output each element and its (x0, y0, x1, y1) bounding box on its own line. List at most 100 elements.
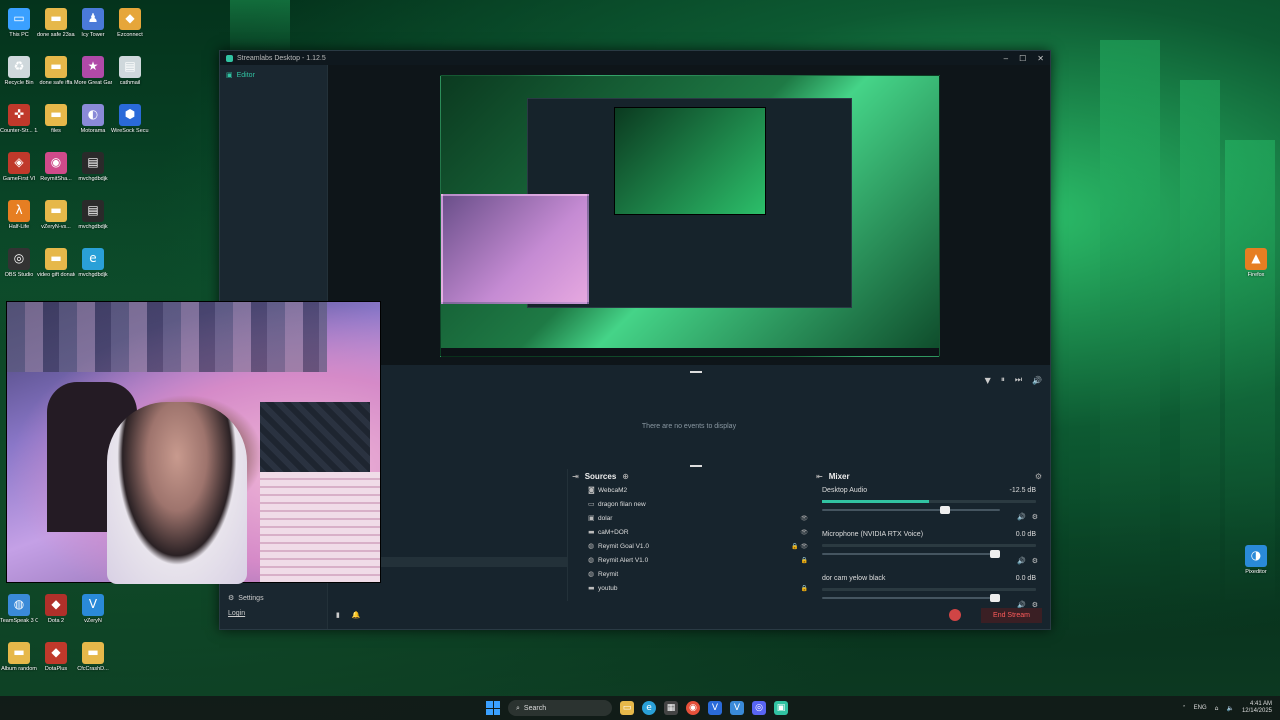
desktop-icon[interactable]: ▬ files (37, 104, 75, 134)
desktop-icon[interactable]: VvZeryN (74, 594, 112, 624)
source-row[interactable]: ◍ Reymit (588, 567, 808, 581)
studio-mode-icon[interactable]: ▮ (336, 611, 340, 619)
mute-icon[interactable]: 🔊 (1017, 557, 1026, 565)
close-icon[interactable]: ✕ (1037, 54, 1044, 63)
gear-icon[interactable]: ⚙ (1032, 557, 1038, 565)
add-source-icon[interactable]: ⊕ (622, 472, 629, 481)
search-input[interactable]: ⌕ Search (508, 700, 612, 716)
desktop-icon[interactable]: ▬ video gift donate (37, 248, 75, 278)
vzeryn-icon[interactable]: V (730, 701, 744, 715)
desktop-icon[interactable]: e mvchgdbdjk (74, 248, 112, 278)
resize-handle[interactable] (690, 465, 702, 467)
desktop-icon[interactable]: ◑ Pixeditor (1237, 545, 1275, 575)
source-flags-icon[interactable]: 🔒 👁 (780, 543, 808, 550)
folder-icon: ▬ (82, 642, 104, 664)
maximize-icon[interactable]: ☐ (1019, 54, 1026, 63)
source-row[interactable]: ◍ Reymit Alert V1.0 🔒 (588, 553, 808, 567)
desktop-icon[interactable]: ♻ Recycle Bin (0, 56, 38, 86)
audio-settings-icon[interactable]: ⇤ (816, 472, 823, 481)
desktop-icon[interactable]: ▤ mvchgdbdjk (74, 152, 112, 182)
desktop-icon[interactable]: λ Half-Life (0, 200, 38, 230)
desktop-icon[interactable]: ▬ CfcCrashD... (74, 642, 112, 672)
end-stream-button[interactable]: End Stream (981, 607, 1042, 623)
volume-slider[interactable] (822, 550, 1000, 558)
collapse-icon[interactable]: ⇥ (572, 472, 579, 481)
network-icon[interactable]: ⌂ (1215, 705, 1219, 712)
sidebar-item-settings[interactable]: ⚙ Settings (220, 590, 327, 606)
volume-slider[interactable] (822, 506, 1000, 514)
record-button[interactable] (949, 609, 962, 621)
store-icon[interactable]: ▦ (664, 701, 678, 715)
desktop-icon[interactable]: ▬ done safe iffa (37, 56, 75, 86)
desktop-icon[interactable]: ▲ Firefox (1237, 248, 1275, 278)
edge-icon[interactable]: e (642, 701, 656, 715)
source-row[interactable]: ▣ dolar 👁 (588, 511, 808, 525)
desktop-icon[interactable]: ▬ vZeryN-vs... (37, 200, 75, 230)
notifications-icon[interactable]: 🔔 (352, 611, 361, 619)
volume-slider-handle[interactable] (940, 506, 951, 514)
vzeryn-icon[interactable]: V (708, 701, 722, 715)
mixer-db-value: 0.0 dB (1015, 575, 1036, 582)
folder-icon: ▬ (588, 528, 595, 536)
source-row[interactable]: ▬ youtub 🔒 (588, 581, 808, 595)
source-row[interactable]: ▬ caM+DOR 👁 (588, 525, 808, 539)
desktop-icon[interactable]: ◉ ReymitSha... (37, 152, 75, 182)
desktop-icon[interactable]: ▤ cathmail (111, 56, 149, 86)
gear-icon[interactable]: ⚙ (1032, 513, 1038, 521)
source-flags-icon[interactable]: 👁 (780, 515, 808, 522)
source-row[interactable]: ◙ WebcaM2 (588, 483, 808, 497)
chrome-icon[interactable]: ◉ (686, 701, 700, 715)
folder-icon: ▬ (45, 56, 67, 78)
desktop-icon[interactable]: ◎ OBS Studio (0, 248, 38, 278)
volume-icon[interactable]: 🔈 (1226, 705, 1233, 712)
desktop-icon[interactable]: ▬ done safe 23sasa (37, 8, 75, 38)
discord-icon[interactable]: ◎ (752, 701, 766, 715)
desktop-icon[interactable]: ◆ DotaPlus (37, 642, 75, 672)
desktop-icon[interactable]: ♟ Icy Tower (74, 8, 112, 38)
streamlabs-icon[interactable]: ▣ (774, 701, 788, 715)
desktop-icon[interactable]: ▤ mvchgdbdjk (74, 200, 112, 230)
source-name: Reymit (598, 570, 619, 578)
folder-icon: ▬ (588, 584, 595, 592)
chevron-up-icon[interactable]: ˄ (1183, 705, 1186, 712)
volume-slider-handle[interactable] (990, 550, 1000, 558)
stream-preview[interactable] (440, 75, 940, 357)
minimize-icon[interactable]: – (1004, 54, 1008, 63)
volume-icon[interactable]: 🔊 (1032, 376, 1042, 385)
sidebar-item-editor[interactable]: ▣ Editor (220, 65, 327, 85)
file-explorer-icon[interactable]: ▭ (620, 701, 634, 715)
volume-meter (822, 500, 1036, 503)
desktop-icon[interactable]: ◆ Ezconnect (111, 8, 149, 38)
source-name: dolar (598, 514, 613, 522)
pause-icon[interactable]: ⏸ (1001, 375, 1005, 385)
skip-icon[interactable]: ⏭ (1015, 375, 1022, 385)
mute-icon[interactable]: 🔊 (1017, 513, 1026, 521)
filter-icon[interactable]: ▼ (985, 376, 991, 385)
volume-slider[interactable] (822, 594, 1000, 602)
volume-meter (822, 544, 1036, 547)
desktop-icon-label: Half-Life (8, 224, 30, 230)
search-icon: ⌕ (516, 703, 520, 712)
desktop-icon[interactable]: ✜ Counter-Str... 1.6 (0, 104, 38, 134)
source-flags-icon[interactable]: 🔒 (780, 557, 808, 564)
mixer-db-value: -12.5 dB (1009, 487, 1036, 494)
source-row[interactable]: ◍ Reymit Goal V1.0 🔒 👁 (588, 539, 808, 553)
desktop-icon[interactable]: ◈ GameFirst VI (0, 152, 38, 182)
mixer-source-name: Microphone (NVIDIA RTX Voice) (822, 531, 924, 538)
window-titlebar[interactable]: Streamlabs Desktop - 1.12.5 – ☐ ✕ (220, 51, 1050, 65)
source-flags-icon[interactable]: 🔒 (780, 585, 808, 592)
language-indicator[interactable]: ENG (1194, 705, 1207, 711)
source-flags-icon[interactable]: 👁 (780, 529, 808, 536)
taskbar-clock[interactable]: 4:41 AM 12/14/2025 (1242, 701, 1272, 715)
source-row[interactable]: ▭ dragon filan new (588, 497, 808, 511)
start-button[interactable] (486, 701, 500, 715)
desktop-icon[interactable]: ▬ Album random (0, 642, 38, 672)
desktop-icon[interactable]: ◆ Dota 2 (37, 594, 75, 624)
desktop-icon[interactable]: ◍ TeamSpeak 3 Client (0, 594, 38, 624)
desktop-icon[interactable]: ★ More Great Games (74, 56, 112, 86)
login-link[interactable]: Login (220, 606, 327, 621)
desktop-icon[interactable]: ▭ This PC (0, 8, 38, 38)
mixer-settings-icon[interactable]: ⚙ (1035, 472, 1042, 481)
desktop-icon[interactable]: ◐ Motorama (74, 104, 112, 134)
desktop-icon[interactable]: ⬢ WireSock Secure ... (111, 104, 149, 134)
